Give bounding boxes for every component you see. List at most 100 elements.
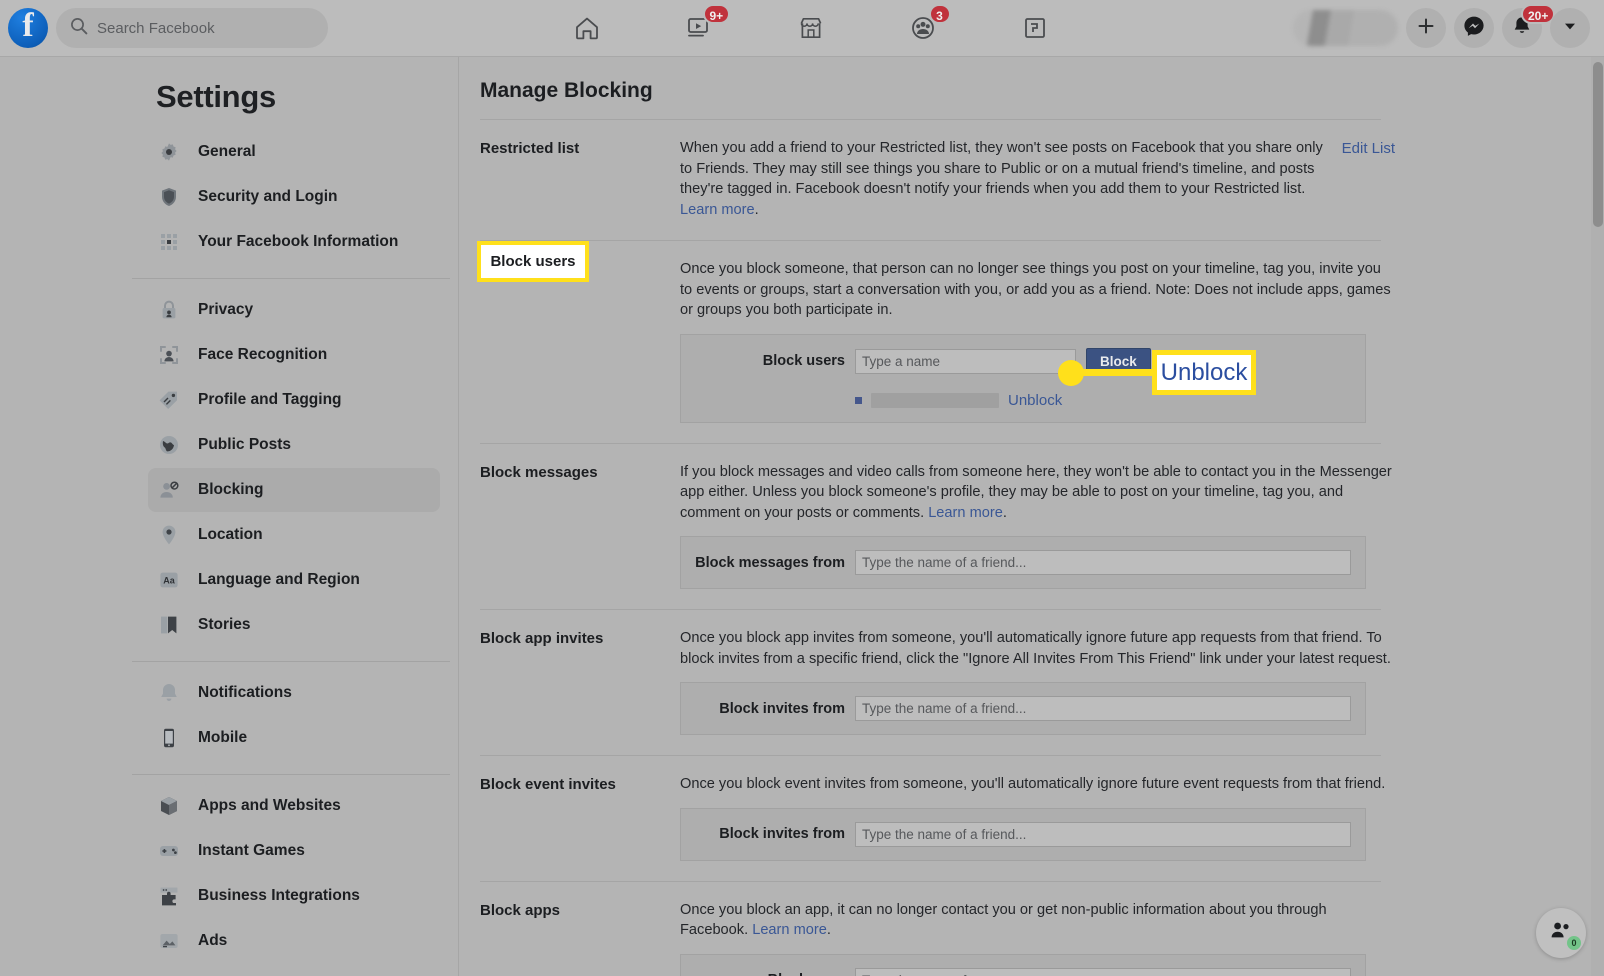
sidebar-item-apps-and-websites[interactable]: Apps and Websites bbox=[148, 784, 440, 828]
sidebar-item-label: Mobile bbox=[198, 729, 248, 746]
section-description: Once you block an app, it can no longer … bbox=[680, 900, 1395, 941]
nav-tab-gaming[interactable] bbox=[979, 2, 1091, 54]
block-users-input[interactable]: Type a name bbox=[855, 348, 1076, 374]
description-tail: . bbox=[1002, 504, 1007, 521]
sidebar-item-notifications[interactable]: Notifications bbox=[148, 671, 440, 715]
account-menu-button[interactable] bbox=[1550, 8, 1590, 48]
section-body: Once you block app invites from someone,… bbox=[680, 628, 1395, 735]
nav-tab-groups[interactable]: 3 bbox=[867, 2, 979, 54]
page-title: Manage Blocking bbox=[480, 79, 653, 102]
gamepad-icon bbox=[156, 838, 182, 864]
sidebar-item-label: Language and Region bbox=[198, 571, 360, 588]
block-event-invites-form: Block invites from Type the name of a fr… bbox=[680, 807, 1366, 861]
grid-dots-icon bbox=[156, 229, 182, 255]
edit-list-link[interactable]: Edit List bbox=[1328, 138, 1395, 220]
search-input[interactable]: Search Facebook bbox=[56, 8, 328, 48]
sidebar-item-mobile[interactable]: Mobile bbox=[148, 716, 440, 760]
top-navigation-bar: f Search Facebook 9+ 3 20+ bbox=[0, 0, 1604, 57]
description-text: If you block messages and video calls fr… bbox=[680, 463, 1392, 521]
nav-tab-home[interactable] bbox=[531, 2, 643, 54]
sidebar-item-general[interactable]: General bbox=[148, 130, 440, 174]
sidebar-item-stories[interactable]: Stories bbox=[148, 603, 440, 647]
section-label: Block messages bbox=[480, 463, 598, 481]
section-description: When you add a friend to your Restricted… bbox=[680, 138, 1328, 220]
page-scrollbar-thumb[interactable] bbox=[1593, 62, 1603, 227]
messenger-button[interactable] bbox=[1454, 8, 1494, 48]
gear-icon bbox=[156, 139, 182, 165]
description-tail: . bbox=[826, 922, 831, 938]
sidebar-item-location[interactable]: Location bbox=[148, 513, 440, 557]
sidebar-item-label: Public Posts bbox=[198, 436, 292, 453]
profile-name-redacted[interactable] bbox=[1293, 10, 1398, 46]
sidebar-item-profile-and-tagging[interactable]: Profile and Tagging bbox=[148, 378, 440, 422]
online-count-badge: 0 bbox=[1567, 936, 1581, 950]
description-text: When you add a friend to your Restricted… bbox=[680, 140, 1323, 197]
block-users-form-label: Block users bbox=[762, 353, 845, 369]
section-body: If you block messages and video calls fr… bbox=[680, 462, 1395, 589]
facebook-logo-icon[interactable]: f bbox=[8, 8, 48, 48]
facebook-settings-page: f Search Facebook 9+ 3 20+ Settings Gene… bbox=[0, 0, 1604, 976]
block-apps-form: Block apps Type the name of an app... bbox=[680, 953, 1366, 976]
shield-icon bbox=[156, 184, 182, 210]
sidebar-item-your-facebook-information[interactable]: Your Facebook Information bbox=[148, 220, 440, 264]
sidebar-group-account: General Security and Login Your Facebook… bbox=[132, 130, 458, 271]
notifications-button[interactable]: 20+ bbox=[1502, 4, 1556, 48]
sidebar-item-face-recognition[interactable]: Face Recognition bbox=[148, 333, 440, 377]
nav-tab-watch[interactable]: 9+ bbox=[643, 2, 755, 54]
sidebar-group-apps: Apps and Websites Instant Games Business… bbox=[132, 784, 458, 976]
sidebar-item-label: Stories bbox=[198, 616, 251, 633]
section-restricted-list: Restricted list When you add a friend to… bbox=[480, 120, 1395, 226]
sidebar-item-public-posts[interactable]: Public Posts bbox=[148, 423, 440, 467]
callout-unblock-label: Unblock bbox=[1152, 350, 1256, 395]
section-block-messages: Block messages If you block messages and… bbox=[480, 444, 1395, 596]
block-apps-input[interactable]: Type the name of an app... bbox=[855, 967, 1351, 976]
contacts-button[interactable]: 0 bbox=[1536, 908, 1586, 958]
learn-more-link[interactable]: Learn more bbox=[928, 505, 1003, 521]
sidebar-item-label: Apps and Websites bbox=[198, 797, 341, 814]
nav-tab-watch-badge: 9+ bbox=[702, 4, 731, 24]
block-app-invites-input[interactable]: Type the name of a friend... bbox=[855, 696, 1351, 721]
section-body: Once you block an app, it can no longer … bbox=[680, 900, 1395, 976]
sidebar-item-label: Location bbox=[198, 526, 263, 543]
learn-more-link[interactable]: Learn more bbox=[680, 202, 755, 218]
sidebar-item-blocking[interactable]: Blocking bbox=[148, 468, 440, 512]
learn-more-link[interactable]: Learn more bbox=[752, 922, 827, 938]
sidebar-item-business-integrations[interactable]: Business Integrations bbox=[148, 874, 440, 918]
block-apps-form-label: Block apps bbox=[695, 972, 845, 976]
sidebar-item-privacy[interactable]: Privacy bbox=[148, 288, 440, 332]
sidebar-item-label: Your Facebook Information bbox=[198, 233, 399, 250]
section-description: Once you block event invites from someon… bbox=[680, 776, 1386, 792]
block-app-invites-form: Block invites from Type the name of a fr… bbox=[680, 682, 1366, 735]
nav-tab-marketplace[interactable] bbox=[755, 2, 867, 54]
section-block-app-invites: Block app invites Once you block app inv… bbox=[480, 610, 1395, 741]
pin-icon bbox=[156, 522, 182, 548]
nav-left-group: f Search Facebook bbox=[0, 8, 328, 48]
sidebar-item-instant-games[interactable]: Instant Games bbox=[148, 829, 440, 873]
sidebar-item-label: Business Integrations bbox=[198, 887, 360, 904]
bullet-icon bbox=[855, 396, 862, 404]
nav-tabs: 9+ 3 bbox=[328, 2, 1293, 54]
sidebar-item-language-and-region[interactable]: Aa Language and Region bbox=[148, 558, 440, 602]
globe-icon bbox=[156, 432, 182, 458]
messenger-icon bbox=[1462, 14, 1486, 43]
sidebar-item-security-and-login[interactable]: Security and Login bbox=[148, 175, 440, 219]
unblock-link[interactable]: Unblock bbox=[1008, 392, 1062, 409]
block-users-form: Block users Type a name Block Unblock bbox=[680, 333, 1366, 423]
create-button[interactable] bbox=[1406, 8, 1446, 48]
sidebar-item-ads-payments[interactable]: Ads Payments bbox=[148, 964, 440, 976]
sidebar-item-label: Blocking bbox=[198, 481, 264, 498]
sidebar-group-notifications: Notifications Mobile bbox=[132, 671, 458, 767]
section-block-users: Block users Once you block someone, that… bbox=[480, 241, 1395, 429]
block-event-invites-input[interactable]: Type the name of a friend... bbox=[855, 821, 1351, 847]
cube-icon bbox=[156, 793, 182, 819]
marketplace-icon bbox=[797, 14, 825, 42]
block-messages-input[interactable]: Type the name of a friend... bbox=[855, 550, 1351, 575]
section-description: Once you block someone, that person can … bbox=[680, 261, 1391, 318]
sidebar-item-ads[interactable]: Ads bbox=[148, 919, 440, 963]
settings-sidebar: Settings General Security and Login Your… bbox=[0, 57, 459, 976]
block-messages-form-label: Block messages from bbox=[695, 554, 845, 571]
block-app-invites-row: Block invites from Type the name of a fr… bbox=[695, 696, 1351, 721]
section-body: Once you block someone, that person can … bbox=[680, 259, 1395, 423]
lock-icon bbox=[156, 297, 182, 323]
block-user-icon bbox=[156, 477, 182, 503]
